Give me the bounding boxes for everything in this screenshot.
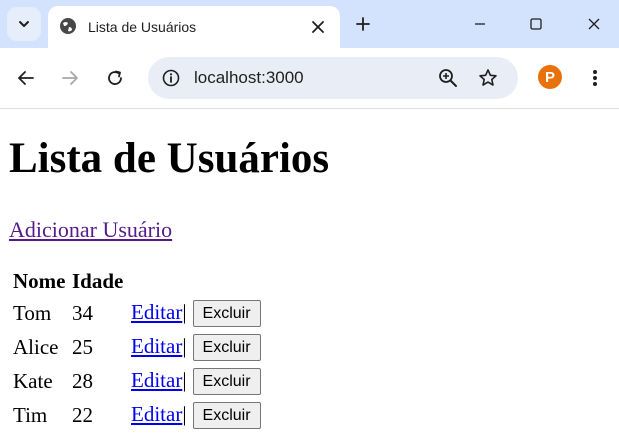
minimize-button[interactable] [466, 10, 494, 38]
maximize-icon [530, 18, 542, 30]
cell-actions: Editar| Excluir [131, 332, 261, 363]
arrow-right-icon [62, 71, 78, 85]
table-row: Tim 22 Editar| Excluir [13, 400, 261, 431]
action-separator: | [182, 333, 187, 358]
page-content: Lista de Usuários Adicionar Usuário Nome… [0, 109, 619, 436]
tab-strip: Lista de Usuários [0, 0, 619, 48]
cell-actions: Editar| Excluir [131, 400, 261, 431]
cell-name: Tim [13, 403, 48, 427]
table-row: Alice 25 Editar| Excluir [13, 332, 261, 363]
cell-actions: Editar| Excluir [131, 298, 261, 329]
cell-actions: Editar| Excluir [131, 366, 261, 397]
column-header-actions [131, 268, 261, 295]
browser-tab[interactable]: Lista de Usuários [48, 6, 340, 48]
action-separator: | [182, 367, 187, 392]
globe-icon [59, 17, 77, 40]
edit-link[interactable]: Editar [131, 402, 182, 426]
browser-toolbar: localhost:3000 P [0, 48, 619, 109]
add-user-link[interactable]: Adicionar Usuário [9, 217, 172, 243]
forward-button[interactable] [56, 64, 84, 92]
site-info-icon[interactable] [160, 67, 182, 89]
browser-menu-button[interactable] [581, 64, 609, 92]
cell-name: Tom [13, 301, 52, 325]
edit-link[interactable]: Editar [131, 368, 182, 392]
table-header-row: Nome Idade [13, 268, 261, 295]
delete-button[interactable]: Excluir [192, 300, 261, 328]
address-bar[interactable]: localhost:3000 [148, 57, 518, 99]
url-text[interactable]: localhost:3000 [194, 67, 304, 89]
tab-close-button[interactable] [306, 15, 330, 39]
close-icon [588, 18, 600, 30]
star-icon [479, 69, 497, 86]
minimize-icon [475, 23, 485, 25]
delete-button[interactable]: Excluir [192, 368, 261, 396]
cell-name: Alice [13, 335, 59, 359]
plus-icon [356, 17, 370, 31]
column-header-age: Idade [72, 269, 124, 293]
users-table: Nome Idade Tom 34 Editar| Excluir Alice 2… [10, 265, 264, 434]
delete-button[interactable]: Excluir [192, 402, 261, 430]
bookmark-button[interactable] [474, 64, 502, 92]
delete-button[interactable]: Excluir [192, 334, 261, 362]
kebab-menu-icon [593, 70, 597, 86]
action-separator: | [182, 401, 187, 426]
avatar-initial: P [544, 68, 555, 86]
cell-age: 25 [72, 335, 93, 359]
profile-avatar[interactable]: P [538, 65, 562, 89]
maximize-button[interactable] [522, 10, 550, 38]
page-title: Lista de Usuários [9, 135, 330, 182]
action-separator: | [182, 299, 187, 324]
new-tab-button[interactable] [351, 12, 375, 36]
reload-button[interactable] [101, 64, 129, 92]
edit-link[interactable]: Editar [131, 334, 182, 358]
tab-search-button[interactable] [7, 7, 41, 41]
cell-age: 22 [72, 403, 93, 427]
chevron-down-icon [19, 21, 29, 27]
cell-name: Kate [13, 369, 53, 393]
column-header-name: Nome [13, 269, 66, 293]
close-icon [312, 21, 324, 33]
zoom-button[interactable] [434, 64, 462, 92]
zoom-in-icon [439, 69, 457, 87]
window-close-button[interactable] [580, 10, 608, 38]
table-row: Kate 28 Editar| Excluir [13, 366, 261, 397]
cell-age: 34 [72, 301, 93, 325]
cell-age: 28 [72, 369, 93, 393]
edit-link[interactable]: Editar [131, 300, 182, 324]
tab-title: Lista de Usuários [88, 19, 197, 35]
table-row: Tom 34 Editar| Excluir [13, 298, 261, 329]
arrow-left-icon [18, 71, 34, 85]
back-button[interactable] [12, 64, 40, 92]
reload-icon [108, 70, 122, 85]
